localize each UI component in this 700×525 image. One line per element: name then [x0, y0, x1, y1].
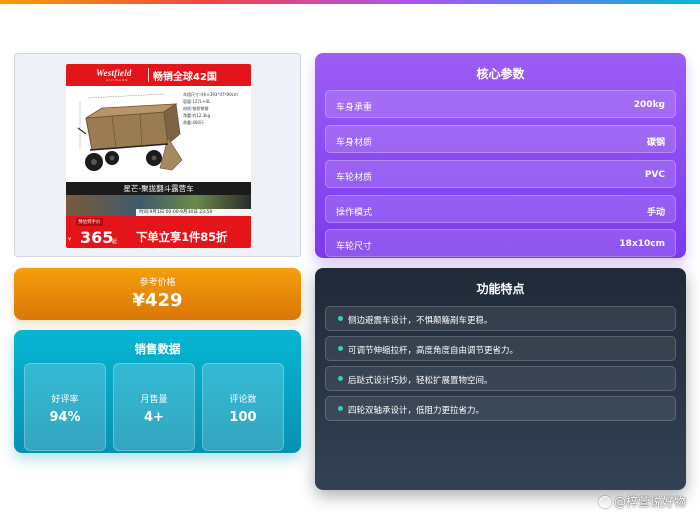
poster-title: 星芒-聚拢翻斗露营车: [66, 182, 251, 195]
feature-item: 侧边避震车设计，不惧颠簸剐车更稳。: [325, 306, 676, 331]
watermark-text: @梓萱说好物: [613, 495, 686, 509]
stat-value: 94%: [49, 410, 81, 425]
stat-value: 100: [229, 410, 257, 425]
core-params-card: 核心参数 车身承重 200kg 车身材质 碳钢 车轮材质 PVC 操作模式 手动…: [315, 53, 686, 258]
poster-footer: 预估到手价 ¥ 365 起 下单立享1件85折: [66, 216, 251, 248]
param-name: 车身材质: [336, 138, 373, 148]
spec-item: 净重:约12.3kg: [183, 113, 211, 118]
watermark: @梓萱说好物: [598, 493, 686, 510]
estimated-price-label: 预估到手价: [76, 218, 103, 226]
price-suffix: 起: [112, 239, 118, 245]
param-row-wheel-size: 车轮尺寸 18x10cm: [325, 229, 676, 257]
param-value: 200kg: [633, 100, 665, 110]
product-image-panel[interactable]: Westfield OUTDOOR 畅销全球42国 车组尺寸:(H)×393*4…: [14, 53, 301, 257]
top-gradient-bar: [0, 0, 700, 4]
spec-item: 承重:400斤: [183, 120, 204, 125]
watermark-logo-icon: [598, 496, 611, 508]
feature-text: 可调节伸缩拉杆，高度角度自由调节更省力。: [348, 346, 519, 356]
feature-item: 可调节伸缩拉杆，高度角度自由调节更省力。: [325, 336, 676, 361]
brand-logo: Westfield: [96, 68, 132, 78]
stat-label: 月售量: [140, 395, 168, 405]
stat-label: 好评率: [51, 395, 79, 405]
price-label: 参考价格: [139, 278, 176, 288]
stat-reviews: 评论数 100: [202, 363, 284, 451]
feature-text: 后跶式设计巧妙，轻松扩展置物空间。: [348, 376, 493, 386]
spec-item: 材质:铁质铁钢: [183, 106, 209, 111]
features-card: 功能特点 侧边避震车设计，不惧颠簸剐车更稳。 可调节伸缩拉杆，高度角度自由调节更…: [315, 268, 686, 490]
poster-slogan: 畅销全球42国: [153, 72, 217, 83]
spec-list: 车组尺寸:(H)×393*47*90cm 容量:127L+4L 材质:铁质铁钢 …: [183, 91, 238, 126]
features-title: 功能特点: [476, 282, 525, 296]
product-poster: Westfield OUTDOOR 畅销全球42国 车组尺寸:(H)×393*4…: [66, 64, 251, 248]
feature-item: 四轮双轴承设计，低阻力更拉省力。: [325, 396, 676, 421]
param-name: 操作模式: [336, 208, 373, 218]
feature-text: 侧边避震车设计，不惧颠簸剐车更稳。: [348, 316, 493, 326]
param-value: PVC: [644, 170, 665, 180]
wagon-cart-illustration: [77, 93, 183, 171]
feature-item: 后跶式设计巧妙，轻松扩展置物空间。: [325, 366, 676, 391]
param-value: 手动: [646, 208, 665, 218]
stat-monthly-sales: 月售量 4+: [113, 363, 195, 451]
poster-header: Westfield OUTDOOR 畅销全球42国: [66, 64, 251, 86]
param-value: 碳钢: [646, 138, 665, 148]
stat-label: 评论数: [229, 395, 257, 405]
bullet-icon: [338, 346, 343, 351]
param-name: 车轮材质: [336, 173, 373, 183]
param-row-operation-mode: 操作模式 手动: [325, 195, 676, 223]
param-name: 车身承重: [336, 103, 373, 113]
currency-symbol: ¥: [68, 237, 72, 243]
feature-text: 四轮双轴承设计，低阻力更拉省力。: [348, 406, 485, 416]
bullet-icon: [338, 316, 343, 321]
price-value: ¥429: [132, 290, 183, 311]
bullet-icon: [338, 376, 343, 381]
sales-data-card: 销售数据 好评率 94% 月售量 4+ 评论数 100: [14, 330, 301, 453]
spec-item: 车组尺寸:(H)×393*47*90cm: [183, 92, 238, 97]
param-value: 18x10cm: [619, 239, 665, 249]
sales-title: 销售数据: [134, 342, 181, 356]
estimated-price: 365: [80, 228, 114, 247]
reference-price-card: 参考价格 ¥429: [14, 268, 301, 320]
deal-text: 下单立享1件85折: [136, 230, 228, 244]
brand-sub-logo: OUTDOOR: [106, 78, 129, 82]
stat-value: 4+: [144, 410, 164, 425]
header-divider: [148, 68, 149, 82]
param-row-wheel-material: 车轮材质 PVC: [325, 160, 676, 188]
bullet-icon: [338, 406, 343, 411]
param-row-load: 车身承重 200kg: [325, 90, 676, 118]
spec-item: 容量:127L+4L: [183, 99, 211, 104]
params-title: 核心参数: [476, 67, 525, 81]
stat-rating: 好评率 94%: [24, 363, 106, 451]
param-name: 车轮尺寸: [336, 242, 373, 252]
param-row-body-material: 车身材质 碳钢: [325, 125, 676, 153]
